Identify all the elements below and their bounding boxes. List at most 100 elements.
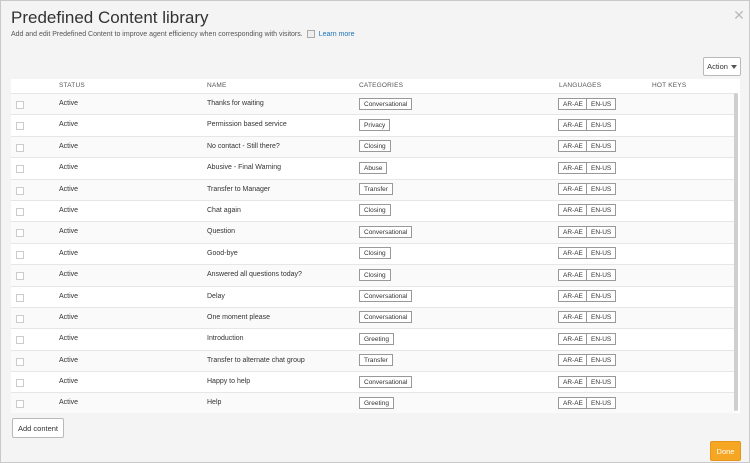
table-header: STATUS NAME CATEGORIES LANGUAGES HOT KEY… xyxy=(11,79,740,93)
row-status: Active xyxy=(59,399,79,407)
row-name[interactable]: Permission based service xyxy=(207,121,287,128)
table-row[interactable]: Active Happy to help Conversational AR-AE EN… xyxy=(11,371,735,392)
language-tag: EN-US xyxy=(586,290,617,303)
table-row[interactable]: Active Good-bye Closing AR-AE EN-US xyxy=(11,242,735,264)
row-name[interactable]: Transfer to alternate chat group xyxy=(207,357,305,364)
row-status: Active xyxy=(59,313,79,321)
language-tag: AR-AE xyxy=(558,290,588,303)
language-tag: AR-AE xyxy=(558,183,588,196)
category-tag: Conversational xyxy=(359,97,413,110)
table-row[interactable]: Active Chat again Closing AR-AE EN-US xyxy=(11,199,735,221)
language-tag: AR-AE xyxy=(558,247,588,260)
category-tag: Closing xyxy=(359,204,391,217)
action-label: Action xyxy=(707,62,728,71)
row-status: Active xyxy=(59,121,79,129)
table-row[interactable]: Active Transfer to alternate chat group Tr… xyxy=(11,349,735,372)
close-icon[interactable]: ✕ xyxy=(733,8,745,22)
row-name[interactable]: Introduction xyxy=(207,335,244,342)
row-name[interactable]: No contact - Still there? xyxy=(207,143,280,150)
language-tag: AR-AE xyxy=(558,225,588,238)
row-checkbox[interactable] xyxy=(16,250,24,259)
row-checkbox[interactable] xyxy=(16,357,24,366)
row-checkbox[interactable] xyxy=(16,293,24,302)
column-status[interactable]: STATUS xyxy=(59,82,85,89)
learn-more-link[interactable]: Learn more xyxy=(319,31,355,38)
action-dropdown-button[interactable]: Action xyxy=(703,57,741,76)
language-tag: EN-US xyxy=(586,396,617,409)
page-title: Predefined Content library xyxy=(11,8,209,27)
row-checkbox[interactable] xyxy=(16,101,24,109)
column-categories[interactable]: CATEGORIES xyxy=(359,82,403,89)
table-row[interactable]: Active Delay Conversational AR-AE EN-US xyxy=(11,285,735,307)
row-status: Active xyxy=(59,206,79,214)
table-row[interactable]: Active One moment please Conversational AR-… xyxy=(11,306,735,329)
table-row[interactable]: Active Thanks for waiting Conversational AR… xyxy=(11,93,735,115)
table-body: Active Thanks for waiting Conversational AR… xyxy=(11,93,735,413)
table-row[interactable]: Active Transfer to Manager Transfer AR-AE EN… xyxy=(11,178,735,200)
category-tag: Conversational xyxy=(359,290,413,303)
language-tag: EN-US xyxy=(586,354,617,367)
language-tag: EN-US xyxy=(586,183,617,196)
language-tag: AR-AE xyxy=(558,161,588,174)
table-scrollbar[interactable] xyxy=(734,93,738,411)
row-name[interactable]: Transfer to Manager xyxy=(207,186,270,193)
row-checkbox[interactable] xyxy=(16,314,24,323)
category-tag: Conversational xyxy=(359,311,413,324)
table-row[interactable]: Active Introduction Greeting AR-AE EN-US xyxy=(11,328,735,349)
row-checkbox[interactable] xyxy=(16,143,24,152)
category-tag: Greeting xyxy=(359,332,394,345)
add-content-button[interactable]: Add content xyxy=(12,418,64,438)
language-tag: AR-AE xyxy=(558,97,588,110)
language-tag: EN-US xyxy=(586,204,617,217)
row-status: Active xyxy=(59,292,79,300)
scrollbar-thumb[interactable] xyxy=(734,93,738,411)
row-checkbox[interactable] xyxy=(16,379,24,388)
language-tag: EN-US xyxy=(586,247,617,260)
category-tag: Transfer xyxy=(359,183,393,196)
table-row[interactable]: Active No contact - Still there? Closing AR… xyxy=(11,135,735,158)
row-status: Active xyxy=(59,335,79,343)
language-tag: EN-US xyxy=(586,140,617,153)
language-tag: AR-AE xyxy=(558,375,588,388)
row-status: Active xyxy=(59,356,79,364)
language-tag: AR-AE xyxy=(558,118,588,131)
category-tag: Closing xyxy=(359,268,391,281)
table-row[interactable]: Active Question Conversational AR-AE EN-US xyxy=(11,221,735,243)
language-tag: EN-US xyxy=(586,161,617,174)
row-name[interactable]: Good-bye xyxy=(207,250,238,257)
row-checkbox[interactable] xyxy=(16,229,24,238)
table-row[interactable]: Active Answered all questions today? Closi… xyxy=(11,264,735,286)
column-hotkeys[interactable]: HOT KEYS xyxy=(652,82,686,89)
column-languages[interactable]: LANGUAGES xyxy=(559,82,601,89)
subtitle-text: Add and edit Predefined Content to impro… xyxy=(11,30,303,38)
row-checkbox[interactable] xyxy=(16,272,24,281)
language-tag: EN-US xyxy=(586,268,617,281)
row-name[interactable]: Thanks for waiting xyxy=(207,100,264,107)
category-tag: Conversational xyxy=(359,225,413,238)
row-checkbox[interactable] xyxy=(16,122,24,131)
language-tag: EN-US xyxy=(586,225,617,238)
table-row[interactable]: Active Permission based service Privacy AR-… xyxy=(11,114,735,135)
row-name[interactable]: Answered all questions today? xyxy=(207,271,302,278)
column-name[interactable]: NAME xyxy=(207,82,227,89)
category-tag: Closing xyxy=(359,247,391,260)
row-checkbox[interactable] xyxy=(16,400,24,409)
row-name[interactable]: Chat again xyxy=(207,207,241,214)
row-name[interactable]: Delay xyxy=(207,293,225,300)
language-tag: AR-AE xyxy=(558,354,588,367)
row-name[interactable]: Happy to help xyxy=(207,378,250,385)
row-checkbox[interactable] xyxy=(16,165,24,174)
row-checkbox[interactable] xyxy=(16,336,24,345)
row-status: Active xyxy=(59,185,79,193)
row-name[interactable]: Question xyxy=(207,228,235,235)
row-name[interactable]: Abusive - Final Warning xyxy=(207,164,281,171)
table-row[interactable]: Active Abusive - Final Warning Abuse AR-AE E… xyxy=(11,157,735,178)
row-name[interactable]: One moment please xyxy=(207,314,270,321)
category-tag: Transfer xyxy=(359,354,393,367)
table-row[interactable]: Active Help Greeting AR-AE EN-US xyxy=(11,392,735,413)
language-tag: AR-AE xyxy=(558,332,588,345)
row-checkbox[interactable] xyxy=(16,186,24,195)
done-button[interactable]: Done xyxy=(710,441,741,461)
row-checkbox[interactable] xyxy=(16,207,24,216)
row-name[interactable]: Help xyxy=(207,399,221,406)
